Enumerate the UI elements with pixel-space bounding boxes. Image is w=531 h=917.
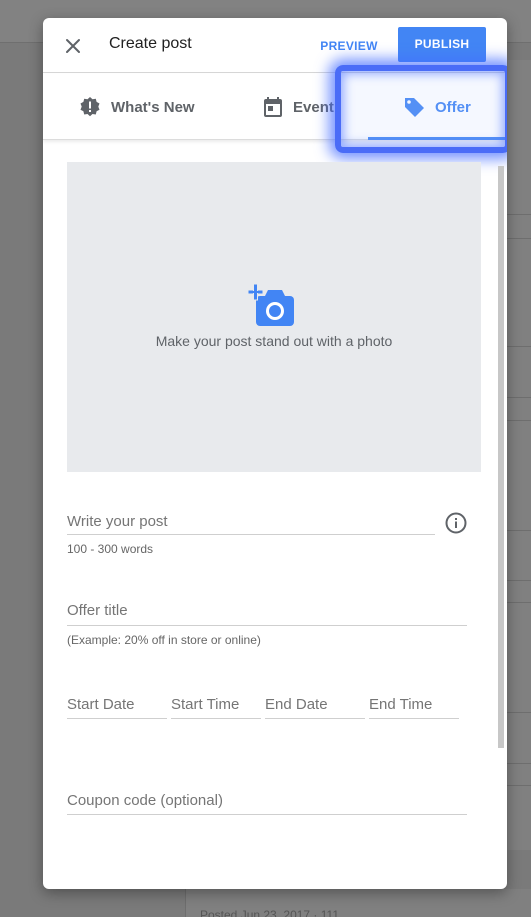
end-date-underline: [265, 718, 365, 719]
post-input-underline: [67, 534, 435, 535]
dialog-header: Create post PREVIEW PUBLISH: [43, 18, 507, 73]
add-photo-text: Make your post stand out with a photo: [155, 333, 393, 349]
tab-whats-new[interactable]: What's New: [79, 74, 195, 140]
start-time-placeholder: Start Time: [171, 696, 240, 713]
background-post-meta: Posted Jun 23, 2017 · 111: [200, 908, 339, 917]
create-post-dialog: Create post PREVIEW PUBLISH What's New E…: [43, 18, 507, 889]
background-divider: [507, 712, 531, 713]
end-time-underline: [369, 718, 459, 719]
background-divider: [507, 397, 531, 398]
end-date-placeholder: End Date: [265, 696, 328, 713]
add-photo-icon: [248, 284, 294, 326]
info-icon: [445, 512, 467, 534]
preview-button[interactable]: PREVIEW: [313, 36, 385, 56]
info-button[interactable]: [445, 512, 467, 534]
background-divider: [507, 785, 531, 786]
scrollbar-thumb[interactable]: [498, 166, 504, 748]
close-icon: [66, 39, 80, 53]
tab-label: Offer: [435, 98, 471, 116]
background-divider: [507, 420, 531, 421]
coupon-code-underline: [67, 814, 467, 815]
background-card: [507, 60, 531, 850]
post-placeholder: Write your post: [67, 513, 168, 530]
dialog-title: Create post: [109, 35, 192, 52]
offer-title-hint: (Example: 20% off in store or online): [67, 633, 261, 647]
background-divider: [507, 763, 531, 764]
post-word-hint: 100 - 300 words: [67, 542, 154, 556]
start-time-underline: [171, 718, 261, 719]
post-type-tabs: What's New Event Offer: [43, 74, 507, 140]
tab-offer[interactable]: Offer: [403, 74, 471, 140]
publish-button[interactable]: PUBLISH: [398, 27, 486, 62]
selected-tab-indicator: [368, 137, 505, 140]
add-photo-area[interactable]: Make your post stand out with a photo: [67, 162, 481, 472]
coupon-code-placeholder: Coupon code (optional): [67, 792, 223, 809]
background-divider: [507, 602, 531, 603]
tab-label: Event: [293, 98, 334, 116]
tag-icon: [405, 98, 424, 117]
start-date-underline: [67, 718, 167, 719]
background-divider: [507, 530, 531, 531]
alert-badge-icon: [80, 97, 100, 117]
tab-event[interactable]: Event: [263, 74, 334, 140]
offer-title-placeholder: Offer title: [67, 602, 128, 619]
tab-label: What's New: [111, 98, 195, 116]
background-divider: [507, 238, 531, 239]
offer-title-underline: [67, 625, 467, 626]
end-time-placeholder: End Time: [369, 696, 433, 713]
background-divider: [507, 580, 531, 581]
background-divider: [507, 214, 531, 215]
start-date-placeholder: Start Date: [67, 696, 135, 713]
background-divider: [507, 346, 531, 347]
calendar-icon: [264, 97, 282, 117]
close-button[interactable]: [62, 35, 84, 57]
